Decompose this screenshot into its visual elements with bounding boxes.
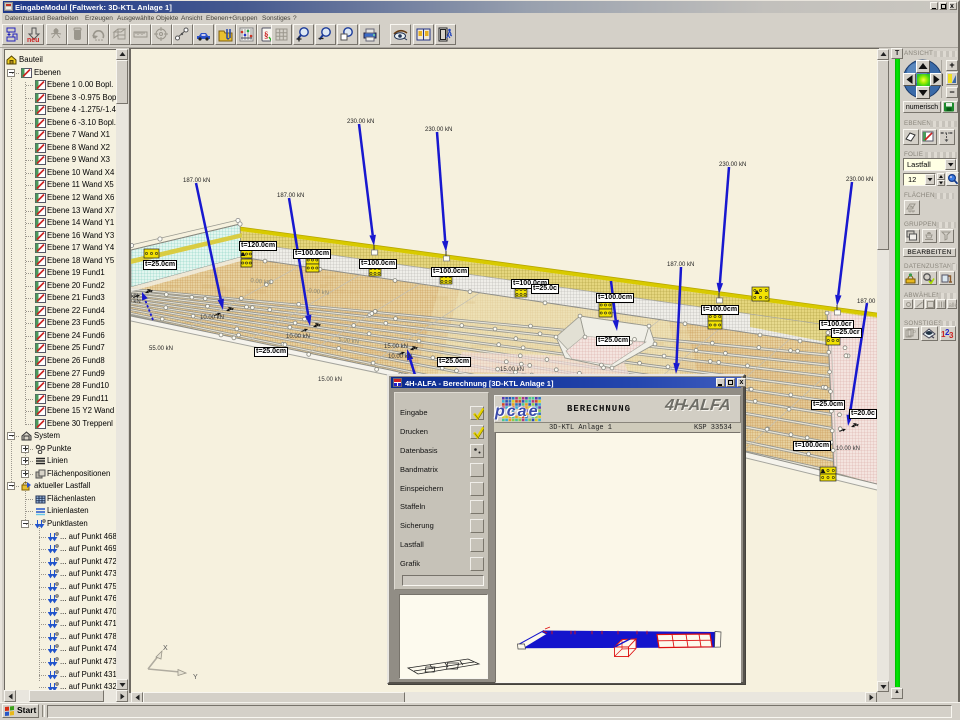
svg-text:10.00 kN: 10.00 kN — [286, 334, 310, 340]
svg-text:3: 3 — [949, 331, 954, 340]
svg-text:10.00 kN: 10.00 kN — [836, 446, 860, 452]
svg-text:Y: Y — [193, 674, 198, 681]
svg-text:10.00 kN: 10.00 kN — [200, 315, 224, 321]
svg-text:187.00 kN: 187.00 kN — [667, 262, 694, 268]
svg-text:230.00 kN: 230.00 kN — [347, 119, 374, 125]
svg-text:55.00 kN: 55.00 kN — [149, 346, 173, 352]
svg-text:§: § — [264, 30, 269, 40]
svg-text:neu: neu — [27, 37, 39, 43]
svg-text:00 kN: 00 kN — [131, 299, 141, 305]
svg-text:187.00 kN: 187.00 kN — [277, 193, 304, 199]
svg-text:15.00 kN: 15.00 kN — [318, 377, 342, 383]
svg-text:alle: alle — [949, 303, 958, 309]
svg-text:15.00 kN: 15.00 kN — [384, 344, 408, 350]
svg-text:10.00 kN: 10.00 kN — [388, 354, 412, 360]
svg-text:230.00 kN: 230.00 kN — [425, 127, 452, 133]
svg-text:230.00 kN: 230.00 kN — [719, 162, 746, 168]
svg-text:X: X — [163, 645, 168, 652]
svg-text:230.00 kN: 230.00 kN — [846, 177, 873, 183]
svg-text:187.00 kN: 187.00 kN — [857, 299, 877, 305]
svg-text:187.00 kN: 187.00 kN — [183, 178, 210, 184]
svg-text:15.00 kN: 15.00 kN — [500, 367, 524, 373]
svg-text:o: o — [913, 329, 916, 335]
